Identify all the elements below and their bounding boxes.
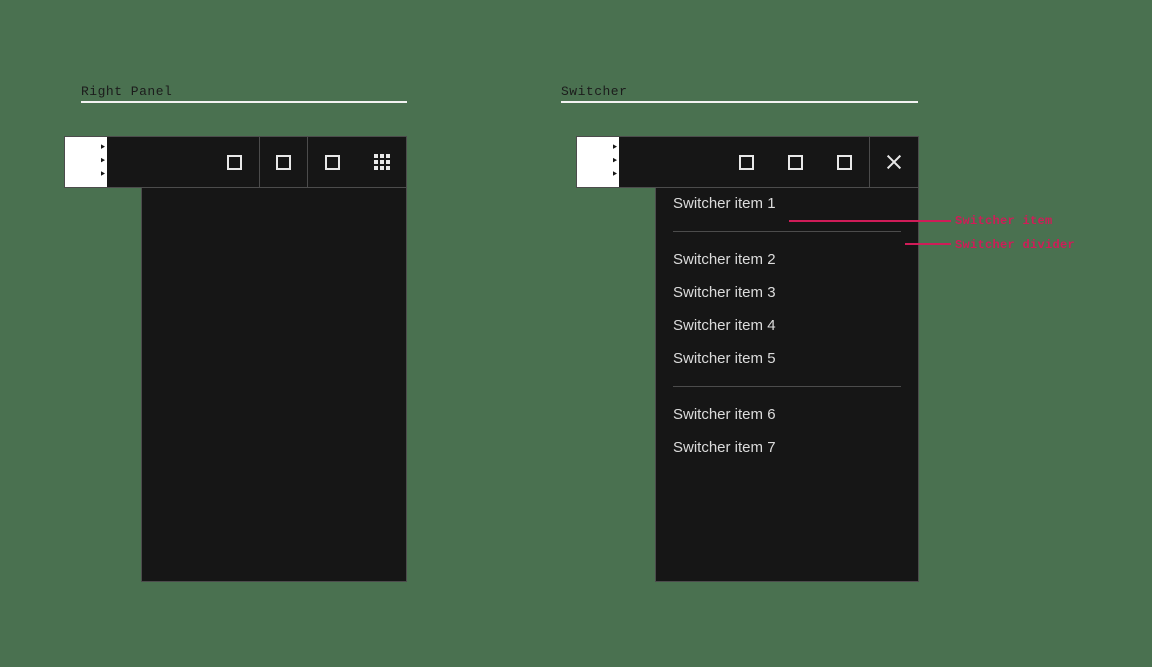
annotation-label-switcher-item: Switcher item — [955, 214, 1053, 228]
switcher-item-6[interactable]: Switcher item 6 — [656, 398, 918, 431]
grid-icon — [373, 154, 390, 170]
square-button-1[interactable] — [210, 137, 259, 187]
section-label-switcher: Switcher — [561, 84, 628, 99]
switcher-item-2[interactable]: Switcher item 2 — [656, 243, 918, 276]
square-button-3[interactable] — [308, 137, 357, 187]
switcher-divider-1 — [673, 231, 901, 232]
square-icon — [837, 154, 852, 170]
torn-edge-decoration — [65, 137, 107, 187]
zigzag-icon — [605, 137, 619, 187]
square-button-1[interactable] — [722, 137, 771, 187]
square-button-3[interactable] — [820, 137, 869, 187]
close-button[interactable] — [869, 137, 918, 187]
switcher-item-5[interactable]: Switcher item 5 — [656, 342, 918, 375]
section-label-right-panel: Right Panel — [81, 84, 173, 99]
switcher-item-list: Switcher item 1 Switcher item 2 Switcher… — [656, 187, 918, 464]
square-icon — [227, 154, 242, 170]
annotation-leader-divider — [905, 243, 951, 245]
switcher-panel-header — [576, 136, 919, 188]
section-rule-right-panel — [81, 101, 407, 103]
square-icon — [788, 154, 803, 170]
switcher-item-1[interactable]: Switcher item 1 — [656, 187, 918, 220]
switcher-divider-2 — [673, 386, 901, 387]
right-panel-header — [64, 136, 407, 188]
app-switcher-button[interactable] — [357, 137, 406, 187]
square-icon — [276, 154, 291, 170]
switcher-item-3[interactable]: Switcher item 3 — [656, 276, 918, 309]
switcher-panel-body: Switcher item 1 Switcher item 2 Switcher… — [655, 186, 919, 582]
switcher-item-7[interactable]: Switcher item 7 — [656, 431, 918, 464]
annotation-label-switcher-divider: Switcher divider — [955, 238, 1076, 252]
torn-edge-decoration — [577, 137, 619, 187]
zigzag-icon — [93, 137, 107, 187]
square-icon — [325, 154, 340, 170]
square-button-2[interactable] — [259, 137, 308, 187]
close-icon — [886, 154, 903, 171]
right-panel-body — [141, 186, 407, 582]
square-button-2[interactable] — [771, 137, 820, 187]
annotation-leader-item — [789, 220, 951, 222]
square-icon — [739, 154, 754, 170]
switcher-item-4[interactable]: Switcher item 4 — [656, 309, 918, 342]
section-rule-switcher — [561, 101, 918, 103]
